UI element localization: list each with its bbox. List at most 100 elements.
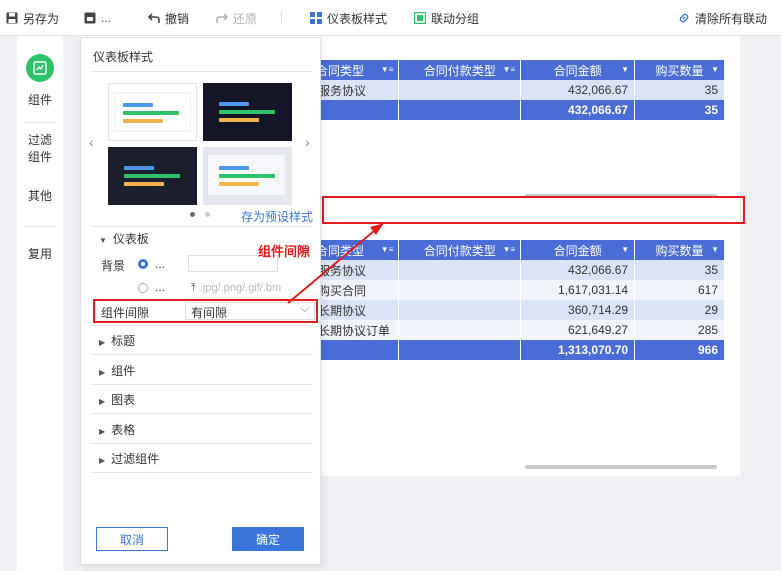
thumbnail-bar [124, 182, 164, 186]
more-save-button[interactable]: ... [84, 0, 111, 36]
chevron-left-icon[interactable]: ‹ [89, 134, 94, 150]
header-label: 合同类型 [316, 63, 365, 78]
sort-icon[interactable]: ▼≡ [503, 65, 516, 74]
header-label: 合同付款类型 [423, 243, 496, 258]
column-header-quantity[interactable]: 购买数量 ▼ [634, 240, 725, 260]
total-amount: 1,313,070.70 [520, 340, 636, 360]
thumbnail-bar [219, 166, 249, 170]
panel-divider [91, 472, 313, 473]
sidebar-divider [24, 122, 56, 123]
section-dashboard-label: 仪表板 [112, 232, 149, 246]
upload-hint-text: .jpg/.png/.gif/.bm [199, 282, 282, 294]
widget-add-icon[interactable] [26, 54, 54, 82]
carousel-dot[interactable] [205, 212, 210, 217]
carousel-dot-active[interactable] [190, 212, 195, 217]
total-quantity: 35 [634, 100, 725, 120]
panel-divider [91, 413, 313, 414]
sort-icon[interactable]: ▼≡ [381, 245, 394, 254]
linkage-group-button[interactable]: 联动分组 [414, 0, 479, 36]
table-row: 长期协议订单 621,649.27 285 [312, 320, 725, 340]
caret-down-icon: ▼ [99, 236, 107, 245]
save-icon [6, 12, 18, 24]
cell-amount: 432,066.67 [520, 80, 636, 100]
contract-table-2: 合同类型 ▼≡ 合同付款类型 ▼≡ 合同金额 ▼ 购买数量 ▼ 服务协议 432,066… [312, 240, 725, 360]
thumbnail-bar [219, 110, 275, 114]
sidebar-item-other[interactable]: 其他 [17, 188, 63, 205]
confirm-button[interactable]: 确定 [232, 527, 304, 551]
section-dashboard[interactable]: ▼ 仪表板 [99, 230, 149, 247]
column-header-payment-type[interactable]: 合同付款类型 ▼≡ [398, 60, 522, 80]
header-label: 合同金额 [553, 63, 602, 78]
section-title-label: 标题 [111, 334, 136, 348]
save-copy-icon [84, 12, 96, 24]
dropdown-icon[interactable]: ▼ [711, 65, 719, 74]
caret-right-icon: ▶ [99, 338, 106, 347]
thumbnail-bar [219, 182, 259, 186]
cell-amount: 621,649.27 [520, 320, 636, 340]
sidebar-item-widget[interactable]: 组件 [17, 92, 63, 109]
save-preset-link[interactable]: 存为预设样式 [241, 208, 313, 225]
background-image-radio[interactable] [138, 283, 148, 293]
toolbar-divider [281, 11, 282, 25]
column-header-payment-type[interactable]: 合同付款类型 ▼≡ [398, 240, 522, 260]
dropdown-icon[interactable]: ▼ [621, 65, 629, 74]
header-label: 购买数量 [655, 243, 704, 258]
theme-thumbnail-dark-blue[interactable] [203, 83, 292, 141]
panel-divider [91, 71, 313, 72]
panel-divider [91, 354, 313, 355]
sidebar-item-filter-widget[interactable]: 过滤 组件 [17, 132, 63, 166]
caret-right-icon: ▶ [99, 397, 106, 406]
header-label: 合同类型 [316, 243, 365, 258]
redo-button[interactable]: 还原 [216, 0, 257, 36]
chevron-right-icon[interactable]: › [305, 134, 310, 150]
theme-thumbnail-light[interactable] [108, 83, 197, 141]
cell-amount: 432,066.67 [520, 260, 636, 280]
column-header-amount[interactable]: 合同金额 ▼ [520, 60, 636, 80]
column-header-contract-type[interactable]: 合同类型 ▼≡ [312, 60, 400, 80]
dropdown-icon[interactable]: ▼ [711, 245, 719, 254]
clear-linkage-button[interactable]: 清除所有联动 [678, 0, 767, 36]
section-widget[interactable]: ▶ 组件 [99, 362, 135, 379]
dashboard-style-button[interactable]: 仪表板样式 [310, 0, 387, 36]
save-as-button[interactable]: 另存为 [6, 0, 59, 36]
cell-contract-type: 服务协议 [312, 80, 400, 100]
upload-icon: ⤒ [191, 282, 196, 294]
linkage-group-icon [414, 12, 426, 24]
section-chart[interactable]: ▶ 图表 [99, 391, 135, 408]
table2-scrollbar[interactable] [525, 465, 717, 469]
sort-icon[interactable]: ▼≡ [381, 65, 394, 74]
total-label [312, 100, 400, 120]
toolbar: 另存为 ... 撤销 还原 仪表板样式 联动分组 清除所有联动 [0, 0, 781, 36]
panel-divider [91, 384, 313, 385]
sidebar-filter-line2: 组件 [27, 150, 52, 164]
cell-quantity: 35 [634, 260, 725, 280]
undo-button[interactable]: 撤销 [148, 0, 189, 36]
column-header-amount[interactable]: 合同金额 ▼ [520, 240, 636, 260]
theme-thumbnail-grey[interactable] [203, 147, 292, 205]
background-color-radio[interactable] [138, 259, 148, 269]
image-upload-button[interactable]: ⤒ .jpg/.png/.gif/.bm [191, 282, 281, 295]
section-table[interactable]: ▶ 表格 [99, 421, 135, 438]
redo-icon [216, 12, 228, 24]
panel-title: 仪表板样式 [93, 50, 154, 64]
column-header-contract-type[interactable]: 合同类型 ▼≡ [312, 240, 400, 260]
section-filter-widget[interactable]: ▶ 过滤组件 [99, 450, 159, 467]
thumbnail-bar [123, 119, 163, 123]
sidebar-item-reuse[interactable]: 复用 [17, 246, 63, 263]
link-icon [678, 12, 690, 24]
background-image-option: ... [155, 280, 166, 294]
table-row: 服务协议 432,066.67 35 [312, 260, 725, 280]
table-total-row: 432,066.67 35 [312, 100, 725, 120]
dropdown-icon[interactable]: ▼ [621, 245, 629, 254]
panel-divider [91, 325, 313, 326]
theme-thumbnail-dark[interactable] [108, 147, 197, 205]
section-filter-label: 过滤组件 [111, 452, 160, 466]
section-widget-label: 组件 [111, 364, 136, 378]
sort-icon[interactable]: ▼≡ [503, 245, 516, 254]
section-title[interactable]: ▶ 标题 [99, 332, 135, 349]
cell-quantity: 617 [634, 280, 725, 300]
total-amount: 432,066.67 [520, 100, 636, 120]
column-header-quantity[interactable]: 购买数量 ▼ [634, 60, 725, 80]
cell-contract-type: 长期协议订单 [312, 320, 400, 340]
cancel-button[interactable]: 取消 [96, 527, 168, 551]
